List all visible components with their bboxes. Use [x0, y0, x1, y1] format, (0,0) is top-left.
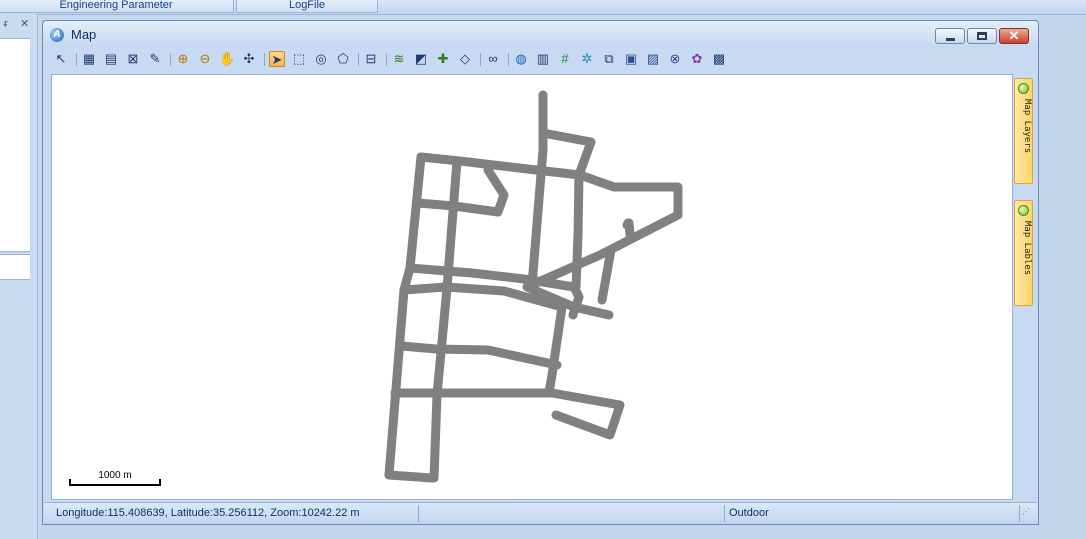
- status-bar: Longitude:115.408639, Latitude:35.256112…: [44, 502, 1037, 524]
- close-button[interactable]: ✕: [999, 28, 1029, 44]
- cube-icon[interactable]: ▣: [623, 51, 639, 67]
- cube-settings-icon[interactable]: ▨: [645, 51, 661, 67]
- plugin-icon[interactable]: ✿: [689, 51, 705, 67]
- select-rect-icon[interactable]: ⬚: [291, 51, 307, 67]
- raster-layer-icon[interactable]: ◩: [413, 51, 429, 67]
- map-export-icon[interactable]: ▤: [103, 51, 119, 67]
- status-mode: Outdoor: [729, 507, 769, 519]
- resize-grip-icon[interactable]: ⋰: [1022, 508, 1032, 519]
- route-track: [384, 470, 437, 483]
- map-canvas[interactable]: 1000 m: [51, 74, 1013, 500]
- full-extent-icon[interactable]: ✣: [241, 51, 257, 67]
- route-track: [544, 302, 567, 398]
- minimize-icon: [946, 38, 955, 41]
- pin-icon[interactable]: ᵲ: [4, 18, 8, 30]
- layers-icon[interactable]: ≋: [391, 51, 407, 67]
- status-divider: [1019, 505, 1020, 522]
- side-tab-label: Map Lables: [1022, 221, 1032, 276]
- app-logo-icon: A: [50, 28, 64, 42]
- status-divider: [724, 505, 725, 522]
- map-window: A Map ✕ ↖ ▦ ▤ ⊠ ✎ ⊕ ⊖ ✋ ✣ ➤ ⬚ ◎ ⬠ ⊟ ≋ ◩ ✚ ◇ ∞ ◍ ▥ # ✲ ⧉ ▣ ▨ ⊗ ✿ ▩: [42, 20, 1039, 525]
- left-docked-pane: ᵲ ✕: [0, 14, 38, 539]
- add-layer-icon[interactable]: ✚: [435, 51, 451, 67]
- window-title: Map: [71, 27, 97, 42]
- route-track: [397, 341, 562, 370]
- route-track: [413, 165, 509, 217]
- toolbar-separator: [386, 53, 387, 66]
- binoculars-icon[interactable]: ∞: [485, 51, 501, 67]
- zoom-in-icon[interactable]: ⊕: [175, 51, 191, 67]
- zoom-out-icon[interactable]: ⊖: [197, 51, 213, 67]
- copy-icon[interactable]: ⧉: [601, 51, 617, 67]
- layers-globe-icon: [1018, 83, 1029, 94]
- polygon-layer-icon[interactable]: ◇: [457, 51, 473, 67]
- map-grid-icon[interactable]: ▦: [81, 51, 97, 67]
- status-divider: [418, 505, 419, 522]
- toolbar-separator: [76, 53, 77, 66]
- measure-ruler-icon[interactable]: ⊟: [363, 51, 379, 67]
- scale-bar: 1000 m: [69, 470, 161, 490]
- select-polygon-icon[interactable]: ⬠: [335, 51, 351, 67]
- status-coordinates: Longitude:115.408639, Latitude:35.256112…: [56, 507, 360, 519]
- select-arrow-icon[interactable]: ➤: [269, 51, 285, 67]
- tab-logfile[interactable]: LogFile: [236, 0, 378, 13]
- scale-bar-label: 1000 m: [98, 470, 132, 481]
- side-tab-map-layers[interactable]: Map Layers: [1014, 78, 1033, 184]
- pan-hand-icon[interactable]: ✋: [219, 51, 235, 67]
- toolbar-separator: [264, 53, 265, 66]
- scale-bar-tick: [159, 479, 161, 486]
- left-pane-header: ᵲ ✕: [0, 17, 37, 33]
- side-tab-map-labels[interactable]: Map Lables: [1014, 200, 1033, 306]
- cube-remove-icon[interactable]: ⊗: [667, 51, 683, 67]
- minimize-button[interactable]: [935, 28, 965, 44]
- grid-hash-icon[interactable]: #: [557, 51, 573, 67]
- toolbar-separator: [358, 53, 359, 66]
- network-icon[interactable]: ✲: [579, 51, 595, 67]
- toolbar-separator: [508, 53, 509, 66]
- labels-globe-icon: [1018, 205, 1029, 216]
- toolbar-separator: [480, 53, 481, 66]
- route-map: [384, 90, 683, 483]
- toolbar-separator: [170, 53, 171, 66]
- route-track: [624, 218, 635, 240]
- document-tab-strip: Engineering Parameter LogFile: [0, 0, 1086, 15]
- legend-icon[interactable]: ▩: [711, 51, 727, 67]
- close-icon: ✕: [1008, 28, 1020, 43]
- left-pane-list[interactable]: [0, 38, 30, 252]
- map-compass-icon[interactable]: ⊠: [125, 51, 141, 67]
- left-pane-field[interactable]: [0, 254, 30, 280]
- scale-bar-line: [69, 484, 161, 486]
- scale-bar-tick: [69, 479, 71, 486]
- select-circle-icon[interactable]: ◎: [313, 51, 329, 67]
- maximize-icon: [977, 32, 987, 40]
- route-track: [527, 90, 548, 290]
- globe-icon[interactable]: ◍: [513, 51, 529, 67]
- window-titlebar[interactable]: A Map ✕: [43, 21, 1038, 47]
- pointer-icon[interactable]: ↖: [53, 51, 69, 67]
- maximize-button[interactable]: [967, 28, 997, 44]
- side-tab-label: Map Layers: [1022, 99, 1032, 154]
- table-icon[interactable]: ▥: [535, 51, 551, 67]
- route-track: [390, 388, 625, 440]
- route-track: [571, 170, 584, 292]
- close-icon[interactable]: ✕: [20, 18, 29, 30]
- map-edit-icon[interactable]: ✎: [147, 51, 163, 67]
- tab-engineering-parameter[interactable]: Engineering Parameter: [0, 0, 234, 13]
- map-toolbar: ↖ ▦ ▤ ⊠ ✎ ⊕ ⊖ ✋ ✣ ➤ ⬚ ◎ ⬠ ⊟ ≋ ◩ ✚ ◇ ∞ ◍ ▥ # ✲ ⧉ ▣ ▨ ⊗ ✿ ▩: [51, 49, 1034, 71]
